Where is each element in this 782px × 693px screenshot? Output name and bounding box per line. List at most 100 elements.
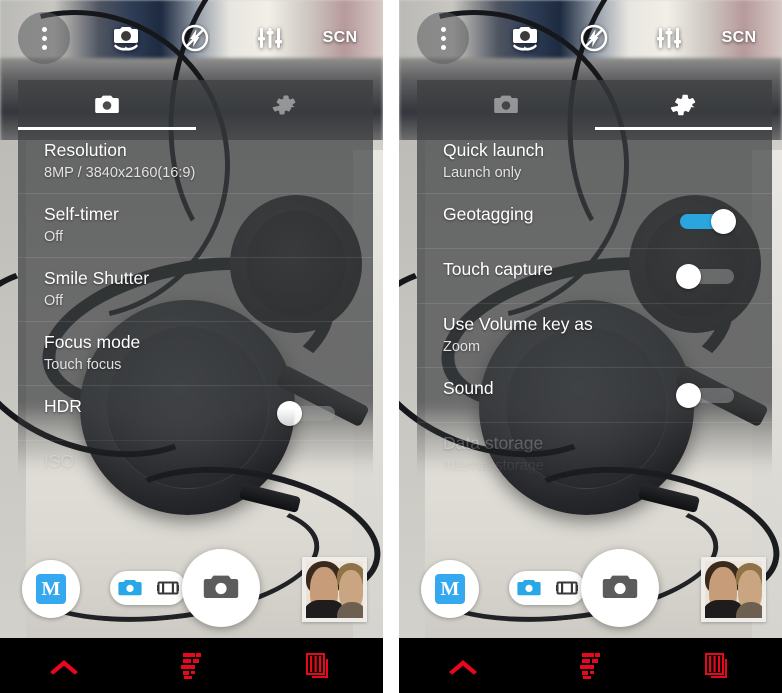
setting-title: Resolution	[44, 140, 127, 160]
setting-value: Off	[44, 293, 64, 309]
gear-icon	[671, 94, 696, 116]
gear-icon	[272, 95, 296, 115]
manual-mode-button[interactable]: M	[421, 560, 479, 618]
setting-row[interactable]: Use Volume key as Zoom	[417, 303, 772, 367]
flash-off-icon	[181, 24, 209, 52]
recent-apps-icon	[306, 652, 329, 678]
nav-recents-button[interactable]	[255, 638, 383, 693]
scene-mode-button[interactable]: SCN	[704, 0, 774, 76]
camera-top-bar-left: SCN	[0, 0, 383, 76]
three-dots-vertical-icon	[440, 26, 446, 50]
settings-overlay-panel-right: Quick launch Launch only Geotagging Touc…	[417, 80, 772, 480]
setting-value: Touch focus	[44, 357, 122, 373]
camera-controls-right: M	[399, 543, 782, 638]
setting-toggle-hdr[interactable]	[277, 401, 337, 426]
setting-toggle-sound[interactable]	[676, 383, 736, 408]
tab-camera-settings[interactable]	[18, 80, 196, 130]
android-navigation-bar-left	[0, 638, 383, 693]
manual-mode-icon: M	[435, 574, 465, 604]
settings-list-right: Quick launch Launch only Geotagging Touc…	[417, 130, 772, 486]
back-chevron-icon	[49, 659, 78, 675]
scene-mode-label: SCN	[721, 29, 757, 46]
tab-camera-settings[interactable]	[417, 80, 595, 130]
camera-icon	[517, 580, 541, 596]
switch-camera-button[interactable]	[92, 0, 160, 76]
setting-value: Internal storage	[443, 458, 544, 474]
tab-general-settings[interactable]	[595, 80, 773, 130]
home-icon	[579, 652, 600, 679]
sliders-icon	[258, 28, 282, 48]
settings-list-left: Resolution 8MP / 3840x2160(16:9) Self-ti…	[18, 130, 373, 504]
setting-title: Data storage	[443, 433, 544, 453]
phone-screenshot-left: SCN Resolution 8MP / 3840x2160(16:9) Sel…	[0, 0, 383, 693]
thumbnail-image	[306, 561, 363, 618]
setting-value: Launch only	[443, 165, 522, 181]
three-dots-vertical-icon	[41, 26, 47, 50]
settings-overlay-panel-left: Resolution 8MP / 3840x2160(16:9) Self-ti…	[18, 80, 374, 492]
sliders-icon	[657, 28, 681, 48]
setting-value: 8MP / 3840x2160(16:9)	[44, 165, 196, 181]
last-photo-thumbnail[interactable]	[701, 557, 766, 622]
shutter-button[interactable]	[581, 549, 659, 627]
recent-apps-icon	[705, 652, 728, 678]
toggle-knob	[711, 209, 736, 234]
setting-row[interactable]: Data storage Internal storage	[417, 422, 772, 486]
scene-mode-button[interactable]: SCN	[305, 0, 375, 76]
setting-title: Quick launch	[443, 140, 545, 160]
toggle-knob	[277, 401, 302, 426]
toggle-knob	[676, 264, 701, 289]
photo-video-switch[interactable]	[509, 571, 585, 605]
nav-recents-button[interactable]	[654, 638, 782, 693]
setting-row[interactable]: Smile Shutter Off	[18, 257, 373, 321]
setting-title: ISO	[44, 451, 75, 471]
setting-row[interactable]: Sound	[417, 367, 772, 422]
setting-value: Off	[44, 229, 64, 245]
setting-row[interactable]: Quick launch Launch only	[417, 130, 772, 193]
toggle-knob	[676, 383, 701, 408]
video-camera-icon	[556, 581, 578, 595]
nav-home-button[interactable]	[527, 638, 655, 693]
settings-sliders-button[interactable]	[639, 0, 699, 76]
setting-toggle-touch-capture[interactable]	[676, 264, 736, 289]
tab-general-settings[interactable]	[196, 80, 374, 130]
settings-sliders-button[interactable]	[240, 0, 300, 76]
nav-back-button[interactable]	[399, 638, 527, 693]
setting-row[interactable]: Focus mode Touch focus	[18, 321, 373, 385]
camera-icon	[493, 95, 518, 113]
overflow-menu-button[interactable]	[18, 12, 70, 64]
setting-value: Zoom	[443, 339, 481, 355]
nav-back-button[interactable]	[0, 638, 128, 693]
flash-mode-button[interactable]	[165, 0, 225, 76]
last-photo-thumbnail[interactable]	[302, 557, 367, 622]
shutter-button[interactable]	[182, 549, 260, 627]
camera-icon	[94, 95, 119, 113]
home-icon	[180, 652, 201, 679]
setting-row[interactable]: Touch capture	[417, 248, 772, 303]
overflow-menu-button[interactable]	[417, 12, 469, 64]
scene-mode-label: SCN	[322, 29, 358, 46]
nav-home-button[interactable]	[128, 638, 256, 693]
android-navigation-bar-right	[399, 638, 782, 693]
shutter-camera-icon	[203, 575, 239, 598]
setting-row[interactable]: Geotagging	[417, 193, 772, 248]
photo-video-switch[interactable]	[110, 571, 186, 605]
switch-camera-icon	[114, 27, 138, 51]
thumbnail-person-body	[736, 602, 762, 618]
manual-mode-button[interactable]: M	[22, 560, 80, 618]
setting-row[interactable]: Resolution 8MP / 3840x2160(16:9)	[18, 130, 373, 193]
settings-tabs-right	[417, 80, 772, 130]
camera-icon	[118, 580, 142, 596]
flash-off-icon	[580, 24, 608, 52]
flash-mode-button[interactable]	[564, 0, 624, 76]
video-camera-icon	[157, 581, 179, 595]
shutter-camera-icon	[602, 575, 638, 598]
setting-toggle-geotagging[interactable]	[676, 209, 736, 234]
manual-mode-icon: M	[36, 574, 66, 604]
setting-title: Use Volume key as	[443, 314, 593, 334]
camera-controls-left: M	[0, 543, 383, 638]
setting-row[interactable]: HDR	[18, 385, 373, 440]
switch-camera-button[interactable]	[491, 0, 559, 76]
dual-screenshot-stage: SCN Resolution 8MP / 3840x2160(16:9) Sel…	[0, 0, 782, 693]
thumbnail-image	[705, 561, 762, 618]
setting-row[interactable]: Self-timer Off	[18, 193, 373, 257]
